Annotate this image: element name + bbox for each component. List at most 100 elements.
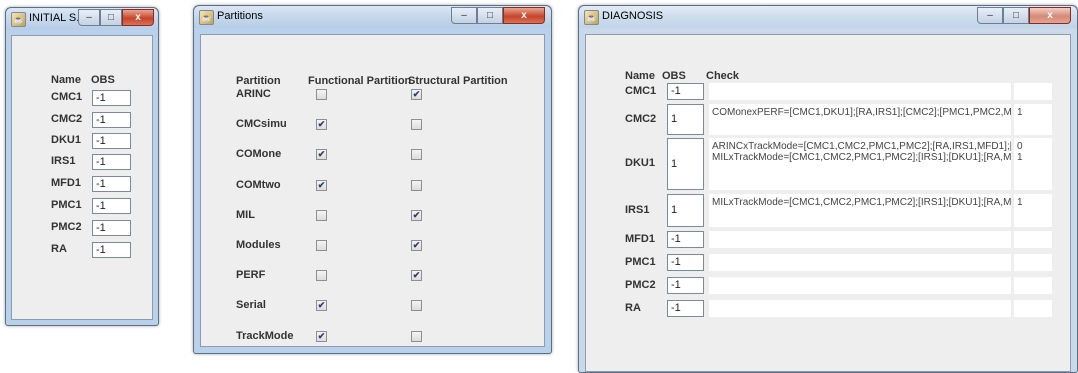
structural-checkbox[interactable]: ✔ xyxy=(411,89,422,100)
check-result: 1 xyxy=(1014,104,1052,135)
diagnosis-panel: Name OBS Check CMC1 -1 CMC2 1 COMonexPERF=[C… xyxy=(585,34,1071,372)
check-textarea xyxy=(709,231,1011,248)
minimize-button[interactable]: – xyxy=(78,9,100,26)
close-icon: x xyxy=(135,12,141,23)
structural-checkbox[interactable]: ✔ xyxy=(411,270,422,282)
obs-input[interactable]: -1 xyxy=(92,198,131,214)
diag-name-label: IRS1 xyxy=(625,203,650,216)
close-button[interactable]: x xyxy=(122,9,154,26)
header-check: Check xyxy=(706,70,740,82)
window-title: Partitions xyxy=(217,10,263,22)
functional-checkbox[interactable] xyxy=(316,270,327,282)
check-result xyxy=(1014,277,1052,294)
diag-obs-input[interactable]: -1 xyxy=(667,254,704,271)
obs-input[interactable]: -1 xyxy=(92,176,131,192)
java-app-icon: ☕ xyxy=(199,10,214,25)
structural-checkbox[interactable]: ✔ xyxy=(411,240,422,251)
close-icon: x xyxy=(1047,10,1053,21)
functional-checkbox[interactable]: ✔ xyxy=(316,300,327,312)
partition-name-label: COMone xyxy=(236,148,282,161)
obs-input[interactable]: -1 xyxy=(92,90,131,106)
structural-checkbox[interactable] xyxy=(411,330,422,342)
maximize-icon: □ xyxy=(1012,10,1020,21)
diag-obs-input[interactable]: -1 xyxy=(667,83,704,100)
row-name-label: IRS1 xyxy=(51,155,76,167)
obs-input[interactable]: -1 xyxy=(92,112,131,128)
structural-checkbox[interactable] xyxy=(411,179,422,191)
structural-checkbox[interactable] xyxy=(411,149,422,161)
maximize-button[interactable]: □ xyxy=(100,9,122,26)
check-textarea xyxy=(709,300,1011,317)
minimize-icon: – xyxy=(86,12,92,23)
close-icon: x xyxy=(521,10,527,21)
maximize-button[interactable]: □ xyxy=(1003,7,1029,24)
initial-state-window: ☕ INITIAL S... – □ x Name OBS CMC1 -1 CMC2… xyxy=(5,7,159,326)
obs-input[interactable]: -1 xyxy=(92,220,131,236)
functional-checkbox[interactable] xyxy=(316,89,327,100)
obs-input[interactable]: -1 xyxy=(92,154,131,170)
check-result: 0 1 xyxy=(1014,138,1052,190)
diag-obs-input[interactable]: -1 xyxy=(667,277,704,294)
structural-checkbox[interactable]: ✔ xyxy=(411,209,422,221)
functional-checkbox[interactable] xyxy=(316,209,327,221)
partition-name-label: Serial xyxy=(236,299,266,312)
row-name-label: MFD1 xyxy=(51,177,81,189)
row-name-label: PMC1 xyxy=(51,199,82,211)
partition-name-label: TrackMode xyxy=(236,329,294,342)
diag-name-label: MFD1 xyxy=(625,232,655,245)
partition-name-label: Modules xyxy=(236,239,281,251)
check-result xyxy=(1014,254,1052,271)
close-button[interactable]: x xyxy=(1029,7,1071,24)
title-bar[interactable]: ☕ INITIAL S... – □ x xyxy=(6,8,158,30)
minimize-button[interactable]: – xyxy=(977,7,1003,24)
diag-name-label: CMC2 xyxy=(625,112,657,125)
check-textarea xyxy=(709,254,1011,271)
diag-obs-input[interactable]: 1 xyxy=(667,104,704,135)
initial-state-panel: Name OBS CMC1 -1 CMC2 -1 DKU1 -1 IRS1 -1 MFD1 -1 P… xyxy=(11,35,153,320)
title-bar[interactable]: ☕ Partitions – □ x xyxy=(194,6,551,28)
partitions-window: ☕ Partitions – □ x Partition Functional … xyxy=(193,5,552,354)
minimize-icon: – xyxy=(987,10,993,21)
obs-input[interactable]: -1 xyxy=(92,242,131,258)
structural-checkbox[interactable] xyxy=(411,119,422,131)
maximize-button[interactable]: □ xyxy=(477,7,503,24)
check-result xyxy=(1014,300,1052,317)
partitions-panel: Partition Functional Partition Structura… xyxy=(200,34,545,347)
obs-input[interactable]: -1 xyxy=(92,133,131,149)
header-functional: Functional Partition xyxy=(308,75,412,87)
diag-name-label: CMC1 xyxy=(625,84,657,97)
functional-checkbox[interactable] xyxy=(316,240,327,251)
check-textarea: COMonexPERF=[CMC1,DKU1];[RA,IRS1];[CMC2]… xyxy=(709,104,1011,135)
structural-checkbox[interactable] xyxy=(411,300,422,312)
header-partition: Partition xyxy=(236,75,281,87)
diag-obs-input[interactable]: 1 xyxy=(667,194,704,227)
header-name: Name xyxy=(625,70,655,82)
functional-checkbox[interactable]: ✔ xyxy=(316,330,327,342)
row-name-label: CMC2 xyxy=(51,113,83,125)
diag-obs-input[interactable]: 1 xyxy=(667,138,704,190)
java-app-icon: ☕ xyxy=(584,10,599,25)
row-name-label: CMC1 xyxy=(51,91,83,103)
check-result: 1 xyxy=(1014,194,1052,227)
functional-checkbox[interactable]: ✔ xyxy=(316,179,327,191)
header-obs: OBS xyxy=(662,70,686,82)
row-name-label: DKU1 xyxy=(51,134,81,146)
diag-obs-input[interactable]: -1 xyxy=(667,300,704,317)
diag-obs-input[interactable]: -1 xyxy=(667,231,704,248)
check-result xyxy=(1014,231,1052,248)
title-bar[interactable]: ☕ DIAGNOSIS – □ x xyxy=(579,6,1077,28)
check-textarea xyxy=(709,83,1011,100)
header-name: Name xyxy=(51,74,81,86)
diag-name-label: PMC1 xyxy=(625,255,656,268)
minimize-button[interactable]: – xyxy=(451,7,477,24)
diag-name-label: PMC2 xyxy=(625,278,656,291)
functional-checkbox[interactable]: ✔ xyxy=(316,119,327,131)
check-textarea xyxy=(709,277,1011,294)
partition-name-label: PERF xyxy=(236,269,266,282)
header-structural: Structural Partition xyxy=(408,75,508,87)
diag-name-label: DKU1 xyxy=(625,157,655,169)
partition-name-label: MIL xyxy=(236,208,255,221)
check-textarea: ARINCxTrackMode=[CMC1,CMC2,PMC1,PMC2];[R… xyxy=(709,138,1011,190)
functional-checkbox[interactable]: ✔ xyxy=(316,149,327,161)
close-button[interactable]: x xyxy=(503,7,545,24)
